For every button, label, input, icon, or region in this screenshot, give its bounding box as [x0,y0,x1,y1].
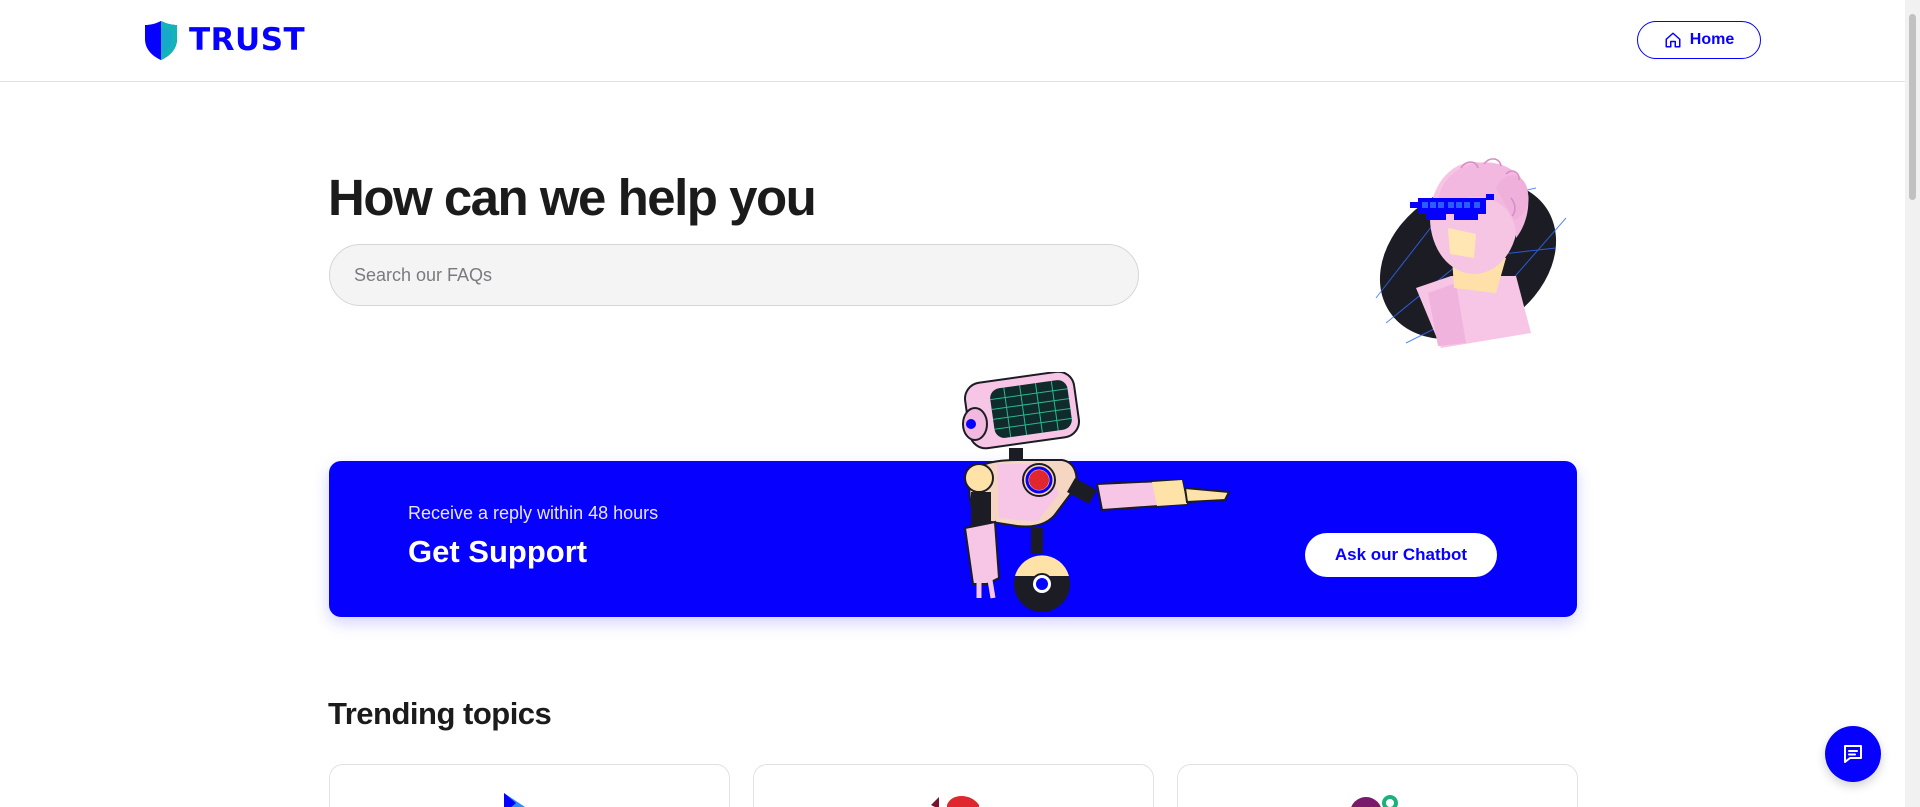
home-button[interactable]: Home [1637,21,1761,59]
page-title: How can we help you [328,169,817,226]
chat-support-button[interactable] [1825,726,1881,782]
support-subtitle: Receive a reply within 48 hours [408,503,659,523]
topic-icon-red [931,796,979,807]
ask-chatbot-button[interactable]: Ask our Chatbot [1305,533,1497,577]
shield-icon [145,21,177,60]
robot-illustration [962,372,1231,612]
faq-search-input[interactable] [329,244,1139,306]
home-icon [1665,32,1681,48]
trust-logo-link[interactable]: TRUST [143,18,305,62]
scrollbar-thumb[interactable] [1909,14,1916,200]
chat-icon [1844,745,1862,763]
support-banner: Receive a reply within 48 hours Get Supp… [329,461,1577,617]
topic-icon-blue [504,793,525,807]
page-scrollbar[interactable] [1905,0,1920,807]
top-navigation-bar: TRUST Home [0,0,1905,82]
trending-topic-card[interactable] [753,764,1154,807]
topic-icon-purple [1351,795,1398,807]
statue-illustration [1375,158,1567,348]
trending-topic-card[interactable] [1177,764,1578,807]
trending-topic-card[interactable] [329,764,730,807]
logo-wordmark: TRUST [189,22,306,58]
home-button-label: Home [1689,31,1735,48]
support-title: Get Support [408,534,588,569]
trending-topics-heading: Trending topics [328,696,552,731]
